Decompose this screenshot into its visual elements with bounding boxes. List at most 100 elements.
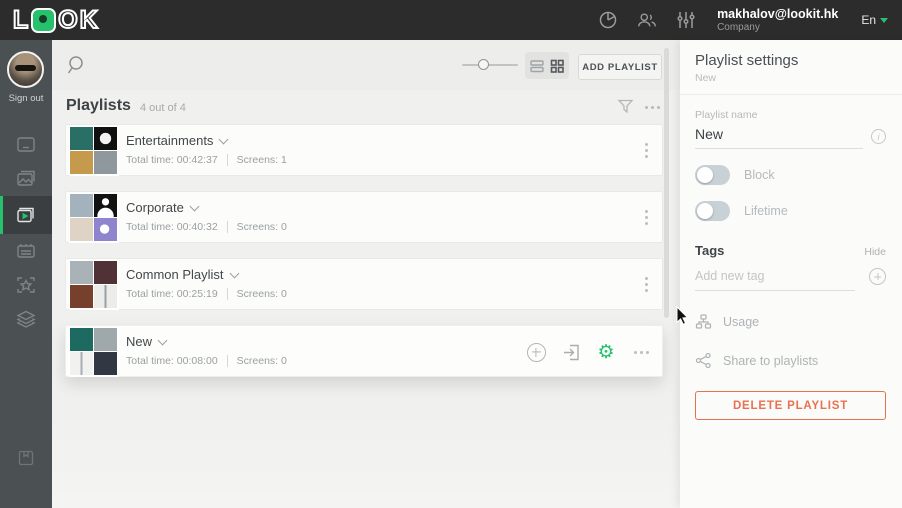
- top-bar: L O K makhalov@lookit.hk Company En: [0, 0, 902, 40]
- app-window: L O K makhalov@lookit.hk Company En: [0, 0, 902, 508]
- toolbar: ADD PLAYLIST: [52, 40, 680, 90]
- sidebar-nav: [0, 128, 52, 336]
- total-time-label: Total time:: [126, 355, 174, 367]
- app-logo[interactable]: L O K: [13, 8, 99, 33]
- row-menu-icon[interactable]: [643, 208, 650, 227]
- playlist-row[interactable]: Entertainments Total time: 00:42:37 Scre…: [65, 124, 663, 176]
- divider: [680, 94, 902, 95]
- playlist-thumbnail: [69, 126, 119, 176]
- chevron-down-icon: [219, 134, 229, 144]
- thumb-tile: [94, 127, 117, 150]
- divider: [227, 288, 228, 300]
- star-frame-icon: [15, 275, 37, 295]
- thumb-tile: [94, 328, 117, 351]
- sidebar-item-layers[interactable]: [0, 302, 52, 336]
- block-label: Block: [744, 168, 775, 182]
- size-slider[interactable]: [462, 64, 518, 66]
- users-icon[interactable]: [636, 9, 658, 31]
- more-options-icon[interactable]: [630, 341, 652, 363]
- playlist-thumbnail: [69, 193, 119, 243]
- account-email: makhalov@lookit.hk: [717, 7, 838, 22]
- sidebar-item-schedule[interactable]: [0, 234, 52, 268]
- statistics-pie-icon[interactable]: [597, 9, 619, 31]
- share-icon: [695, 352, 712, 369]
- total-time-value: 00:40:32: [177, 221, 218, 233]
- thumb-tile: [70, 218, 93, 241]
- block-toggle[interactable]: [695, 165, 730, 185]
- playlist-row[interactable]: Corporate Total time: 00:40:32 Screens: …: [65, 191, 663, 243]
- thumb-tile: [70, 151, 93, 174]
- grid-view-button[interactable]: [548, 57, 566, 75]
- more-options-icon[interactable]: [645, 106, 660, 109]
- playlist-name[interactable]: Common Playlist: [126, 267, 238, 282]
- info-icon[interactable]: [871, 129, 886, 144]
- screens-value: 0: [281, 288, 287, 300]
- playlist-row-selected[interactable]: New Total time: 00:08:00 Screens: 0 ⚙: [65, 325, 663, 377]
- playlist-meta: Total time: 00:42:37 Screens: 1: [126, 154, 287, 166]
- add-playlist-button[interactable]: ADD PLAYLIST: [578, 54, 662, 80]
- manual-book-icon: [16, 448, 36, 468]
- playlist-name-input[interactable]: [695, 123, 863, 149]
- sidebar-item-widgets[interactable]: [0, 268, 52, 302]
- chevron-down-icon: [229, 268, 239, 278]
- ticker-icon: [15, 241, 37, 261]
- slider-knob[interactable]: [478, 59, 489, 70]
- lifetime-label: Lifetime: [744, 204, 788, 218]
- hide-tags-link[interactable]: Hide: [864, 246, 886, 258]
- playlist-meta: Total time: 00:08:00 Screens: 0: [126, 355, 287, 367]
- thumb-tile: [94, 194, 117, 217]
- search-icon[interactable]: [65, 53, 89, 82]
- sign-out-link[interactable]: Sign out: [0, 93, 52, 104]
- row-menu-icon[interactable]: [643, 275, 650, 294]
- account-info[interactable]: makhalov@lookit.hk Company: [717, 7, 838, 34]
- logo-letter: L: [13, 8, 29, 33]
- user-avatar[interactable]: [7, 51, 44, 88]
- screens-label: Screens:: [237, 355, 278, 367]
- usage-row[interactable]: Usage: [695, 313, 886, 330]
- sidebar-item-docs[interactable]: [0, 448, 52, 468]
- row-menu-icon[interactable]: [643, 141, 650, 160]
- tags-title: Tags: [695, 243, 724, 258]
- thumb-tile: [94, 151, 117, 174]
- playlist-name[interactable]: Entertainments: [126, 133, 227, 148]
- screens-label: Screens:: [237, 288, 278, 300]
- total-time-label: Total time:: [126, 221, 174, 233]
- delete-playlist-button[interactable]: DELETE PLAYLIST: [695, 391, 886, 420]
- thumb-tile: [94, 218, 117, 241]
- scrollbar[interactable]: [664, 48, 669, 318]
- send-to-screen-icon[interactable]: [560, 341, 582, 363]
- account-company: Company: [717, 22, 838, 34]
- divider: [227, 355, 228, 367]
- row-actions: ⚙: [525, 326, 652, 378]
- chevron-down-icon: [158, 335, 168, 345]
- total-time-value: 00:08:00: [177, 355, 218, 367]
- screens-value: 0: [281, 221, 287, 233]
- view-toggle: [525, 52, 569, 79]
- language-selector[interactable]: En: [861, 13, 888, 27]
- filters-sliders-icon[interactable]: [675, 9, 697, 31]
- sidebar-item-playlists[interactable]: [0, 196, 52, 234]
- share-label: Share to playlists: [723, 354, 818, 368]
- add-tag-input[interactable]: [695, 266, 855, 291]
- list-view-button[interactable]: [528, 57, 546, 75]
- thumb-tile: [94, 352, 117, 375]
- thumb-tile: [70, 285, 93, 308]
- playlist-count: 4 out of 4: [140, 102, 186, 114]
- sidebar-item-screens[interactable]: [0, 128, 52, 162]
- thumb-tile: [70, 127, 93, 150]
- add-tag-icon[interactable]: [869, 268, 886, 285]
- settings-gear-icon[interactable]: ⚙: [595, 341, 617, 363]
- gallery-icon: [15, 169, 37, 189]
- playlist-row[interactable]: Common Playlist Total time: 00:25:19 Scr…: [65, 258, 663, 310]
- lifetime-toggle[interactable]: [695, 201, 730, 221]
- share-row[interactable]: Share to playlists: [695, 352, 886, 369]
- sidebar-item-media[interactable]: [0, 162, 52, 196]
- panel-subtitle: New: [695, 72, 886, 84]
- playlist-name[interactable]: New: [126, 334, 166, 349]
- add-content-icon[interactable]: [525, 341, 547, 363]
- language-label: En: [861, 13, 876, 27]
- logo-letter: O: [58, 8, 78, 33]
- filter-icon[interactable]: [617, 98, 634, 120]
- thumb-tile: [70, 194, 93, 217]
- playlist-name[interactable]: Corporate: [126, 200, 198, 215]
